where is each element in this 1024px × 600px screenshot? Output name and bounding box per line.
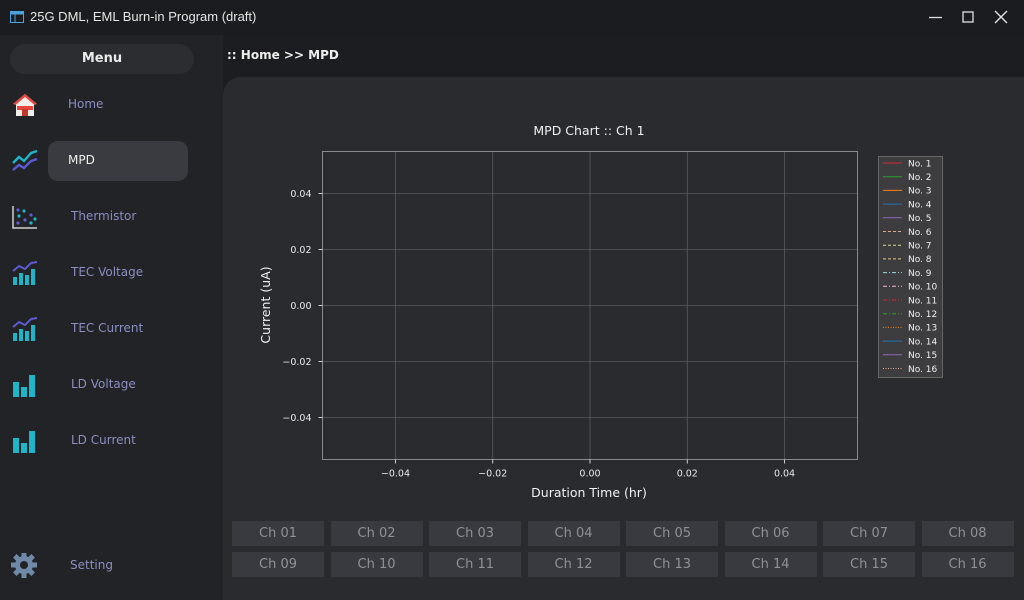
channel-button-13[interactable]: Ch 13 (626, 552, 718, 577)
sidebar-item-label: MPD (68, 153, 95, 167)
channel-button-05[interactable]: Ch 05 (626, 521, 718, 546)
legend-entry: No. 13 (908, 324, 937, 334)
x-tick-label: 0.00 (579, 469, 600, 480)
sidebar-item-thermistor[interactable]: Thermistor (0, 197, 223, 237)
y-tick-label: 0.02 (290, 245, 311, 256)
sidebar-item-label: Thermistor (71, 209, 137, 223)
legend-entry: No. 16 (908, 365, 938, 375)
x-tick-label: 0.02 (677, 469, 698, 480)
y-tick-label: −0.02 (282, 357, 311, 368)
channel-button-07[interactable]: Ch 07 (823, 521, 915, 546)
sidebar-item-ld-current[interactable]: LD Current (0, 421, 223, 461)
channel-button-12[interactable]: Ch 12 (527, 552, 620, 577)
y-tick-label: −0.04 (282, 413, 311, 424)
bar-chart-icon (13, 375, 35, 397)
close-button[interactable] (984, 0, 1018, 35)
trend-line-icon (12, 149, 38, 171)
legend-entry: No. 6 (908, 228, 932, 238)
x-tick-label: −0.04 (381, 469, 410, 480)
sidebar: Menu Home MPD Thermistor TEC Voltage TEC… (0, 35, 223, 600)
legend-entry: No. 4 (908, 200, 932, 210)
legend-entry: No. 3 (908, 187, 932, 197)
sidebar-item-setting[interactable]: Setting (0, 546, 223, 586)
channel-button-06[interactable]: Ch 06 (724, 521, 817, 546)
chart-ticks: −0.04 −0.02 0.00 0.02 0.04 −0.04 −0.02 0.00 0.02… (282, 189, 795, 480)
chart-grid (322, 151, 858, 460)
legend-entry: No. 1 (908, 159, 932, 169)
channel-button-08[interactable]: Ch 08 (921, 521, 1014, 546)
maximize-icon (962, 11, 974, 23)
channel-button-10[interactable]: Ch 10 (330, 552, 423, 577)
bar-trend-icon (12, 317, 38, 341)
close-icon (994, 10, 1008, 24)
y-tick-label: 0.04 (290, 189, 311, 200)
home-icon (13, 94, 37, 116)
sidebar-item-mpd[interactable]: MPD (0, 141, 223, 181)
sidebar-item-label: TEC Voltage (71, 265, 144, 279)
mpd-chart: −0.04 −0.02 0.00 0.02 0.04 −0.04 −0.02 0.00 0.02… (258, 123, 943, 500)
x-tick-label: 0.04 (774, 469, 795, 480)
legend-entry: No. 12 (908, 310, 937, 320)
y-tick-label: 0.00 (290, 301, 311, 312)
channel-button-11[interactable]: Ch 11 (429, 552, 521, 577)
bar-trend-icon (12, 261, 38, 285)
window-app-icon (10, 11, 24, 23)
bar-chart-icon (13, 431, 35, 453)
breadcrumb: :: Home >> MPD (227, 48, 339, 62)
minimize-button[interactable] (918, 0, 952, 35)
sidebar-item-label: LD Voltage (71, 377, 136, 391)
channel-button-01[interactable]: Ch 01 (232, 521, 324, 546)
legend-entry: No. 10 (908, 283, 938, 293)
sidebar-item-label: Setting (70, 558, 113, 572)
x-tick-label: −0.02 (478, 469, 507, 480)
scatter-icon (12, 206, 37, 229)
sidebar-item-label: LD Current (71, 433, 136, 447)
sidebar-item-home[interactable]: Home (0, 85, 223, 125)
title-bar: 25G DML, EML Burn-in Program (draft) (0, 0, 1024, 35)
maximize-button[interactable] (951, 0, 985, 35)
channel-button-15[interactable]: Ch 15 (823, 552, 915, 577)
legend-entry: No. 9 (908, 269, 932, 279)
chart-legend: No. 1 No. 2 No. 3 No. 4 No. 5 No. 6 No. 7 No. 8… (878, 156, 943, 378)
channel-button-16[interactable]: Ch 16 (921, 552, 1014, 577)
y-axis-label: Current (uA) (258, 266, 273, 343)
channel-button-14[interactable]: Ch 14 (724, 552, 817, 577)
sidebar-item-label: Home (68, 97, 104, 111)
legend-entry: No. 8 (908, 255, 932, 265)
channel-button-09[interactable]: Ch 09 (232, 552, 324, 577)
channel-button-03[interactable]: Ch 03 (429, 521, 521, 546)
channel-button-04[interactable]: Ch 04 (527, 521, 620, 546)
legend-entry: No. 5 (908, 214, 932, 224)
x-axis-label: Duration Time (hr) (531, 485, 647, 500)
legend-entry: No. 11 (908, 296, 937, 306)
legend-entry: No. 14 (908, 337, 938, 347)
sidebar-item-tec-current[interactable]: TEC Current (0, 309, 223, 349)
channel-button-02[interactable]: Ch 02 (330, 521, 423, 546)
sidebar-item-ld-voltage[interactable]: LD Voltage (0, 365, 223, 405)
menu-header: Menu (10, 44, 194, 74)
sidebar-item-tec-voltage[interactable]: TEC Voltage (0, 253, 223, 293)
legend-entry: No. 15 (908, 351, 937, 361)
legend-entry: No. 7 (908, 242, 932, 252)
sidebar-item-label: TEC Current (71, 321, 144, 335)
window-title: 25G DML, EML Burn-in Program (draft) (30, 9, 257, 24)
legend-entry: No. 2 (908, 173, 932, 183)
gear-icon (11, 553, 37, 578)
chart-title: MPD Chart :: Ch 1 (533, 123, 644, 138)
